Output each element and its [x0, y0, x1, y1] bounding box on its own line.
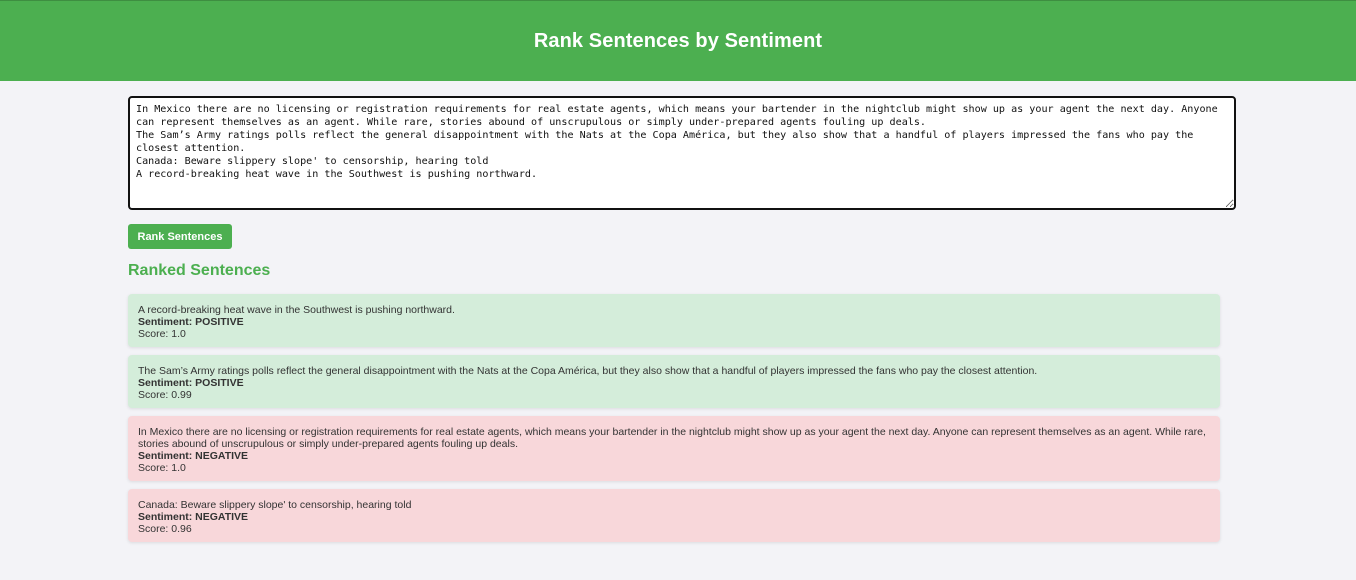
result-sentence: The Sam’s Army ratings polls reflect the…	[138, 365, 1038, 377]
result-sentiment: Sentiment: NEGATIVE	[138, 511, 249, 523]
page-title: Rank Sentences by Sentiment	[533, 29, 823, 52]
result-card: Canada: Beware slippery slope' to censor…	[128, 489, 1220, 542]
result-sentiment: Sentiment: POSITIVE	[138, 377, 244, 389]
result-sentence: In Mexico there are no licensing or regi…	[138, 426, 1206, 450]
rank-sentences-button[interactable]: Rank Sentences	[128, 224, 232, 249]
result-sentiment: Sentiment: POSITIVE	[138, 316, 244, 328]
result-score: Score: 0.99	[138, 389, 192, 401]
result-card: A record-breaking heat wave in the South…	[128, 294, 1220, 347]
result-card: In Mexico there are no licensing or regi…	[128, 416, 1220, 481]
result-score: Score: 0.96	[138, 523, 192, 535]
main-content: In Mexico there are no licensing or regi…	[128, 96, 1236, 542]
sentences-input[interactable]: In Mexico there are no licensing or regi…	[128, 96, 1236, 210]
result-score: Score: 1.0	[138, 462, 186, 474]
result-sentence: A record-breaking heat wave in the South…	[138, 304, 455, 316]
result-score: Score: 1.0	[138, 328, 186, 340]
results-list: A record-breaking heat wave in the South…	[128, 294, 1220, 550]
result-sentence: Canada: Beware slippery slope' to censor…	[138, 499, 412, 511]
page-header: Rank Sentences by Sentiment	[0, 0, 1356, 81]
results-title: Ranked Sentences	[128, 262, 271, 279]
result-sentiment: Sentiment: NEGATIVE	[138, 450, 249, 462]
result-card: The Sam’s Army ratings polls reflect the…	[128, 355, 1220, 408]
